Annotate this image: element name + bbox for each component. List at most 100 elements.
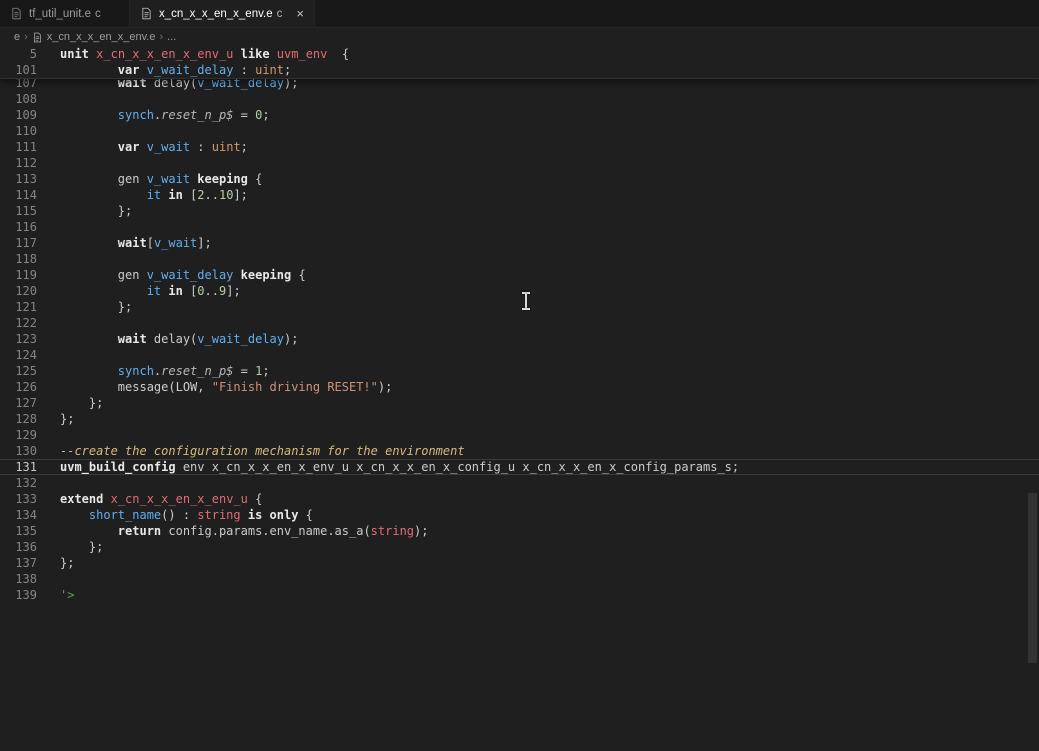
line-number[interactable]: 114 [0, 187, 37, 203]
scrollbar-thumb[interactable] [1028, 493, 1037, 663]
line-number[interactable]: 128 [0, 411, 37, 427]
line-content[interactable]: uvm_build_config env x_cn_x_x_en_x_env_u… [60, 459, 739, 475]
code-line-110[interactable]: 110 [0, 123, 1039, 139]
code-line-123[interactable]: 123 wait delay(v_wait_delay); [0, 331, 1039, 347]
line-number[interactable]: 121 [0, 299, 37, 315]
line-content[interactable]: wait delay(v_wait_delay); [60, 331, 298, 347]
code-line-118[interactable]: 118 [0, 251, 1039, 267]
code-editor[interactable]: 107 wait delay(v_wait_delay);108109 sync… [0, 46, 1039, 751]
code-line-139[interactable]: 139 '> [0, 587, 1039, 603]
line-number[interactable]: 117 [0, 235, 37, 251]
line-number[interactable]: 139 [0, 587, 37, 603]
line-number[interactable]: 108 [0, 91, 37, 107]
line-content[interactable]: it in [2..10]; [60, 187, 248, 203]
code-line-131[interactable]: 131 uvm_build_config env x_cn_x_x_en_x_en… [0, 459, 1039, 475]
line-content[interactable]: it in [0..9]; [60, 283, 241, 299]
line-number[interactable]: 133 [0, 491, 37, 507]
line-number[interactable]: 136 [0, 539, 37, 555]
breadcrumb-symbol[interactable]: ... [167, 31, 176, 43]
line-number[interactable]: 115 [0, 203, 37, 219]
sticky-scroll[interactable]: 5 unit x_cn_x_x_en_x_env_u like uvm_env {… [0, 46, 1039, 79]
line-content[interactable]: message(LOW, "Finish driving RESET!"); [60, 379, 392, 395]
code-line-138[interactable]: 138 [0, 571, 1039, 587]
line-number[interactable]: 135 [0, 523, 37, 539]
code-line-122[interactable]: 122 [0, 315, 1039, 331]
code-line-116[interactable]: 116 [0, 219, 1039, 235]
line-number[interactable]: 137 [0, 555, 37, 571]
line-number[interactable]: 131 [0, 459, 37, 475]
code-line-109[interactable]: 109 synch.reset_n_p$ = 0; [0, 107, 1039, 123]
code-line-136[interactable]: 136 }; [0, 539, 1039, 555]
code-line-108[interactable]: 108 [0, 91, 1039, 107]
breadcrumb-file[interactable]: x_cn_x_x_en_x_env.e [47, 31, 156, 43]
code-line-111[interactable]: 111 var v_wait : uint; [0, 139, 1039, 155]
code-line-101[interactable]: 101 var v_wait_delay : uint; [0, 62, 1039, 78]
line-number[interactable]: 138 [0, 571, 37, 587]
breadcrumb-folder[interactable]: e [14, 31, 20, 43]
line-content[interactable]: var v_wait_delay : uint; [60, 62, 291, 78]
code-line-112[interactable]: 112 [0, 155, 1039, 171]
code-line-115[interactable]: 115 }; [0, 203, 1039, 219]
code-line-125[interactable]: 125 synch.reset_n_p$ = 1; [0, 363, 1039, 379]
line-number[interactable]: 124 [0, 347, 37, 363]
line-number[interactable]: 118 [0, 251, 37, 267]
tab-tf-util-unit[interactable]: tf_util_unit.e c [0, 0, 130, 27]
code-line-130[interactable]: 130 --create the configuration mechanism … [0, 443, 1039, 459]
code-line-128[interactable]: 128}; [0, 411, 1039, 427]
line-number[interactable]: 113 [0, 171, 37, 187]
line-number[interactable]: 122 [0, 315, 37, 331]
line-content[interactable]: }; [60, 411, 74, 427]
code-line-113[interactable]: 113 gen v_wait keeping { [0, 171, 1039, 187]
line-content[interactable]: short_name() : string is only { [60, 507, 313, 523]
line-content[interactable]: extend x_cn_x_x_en_x_env_u { [60, 491, 262, 507]
code-line-134[interactable]: 134 short_name() : string is only { [0, 507, 1039, 523]
code-line-121[interactable]: 121 }; [0, 299, 1039, 315]
code-line-120[interactable]: 120 it in [0..9]; [0, 283, 1039, 299]
code-line-124[interactable]: 124 [0, 347, 1039, 363]
line-number[interactable]: 110 [0, 123, 37, 139]
line-content[interactable]: synch.reset_n_p$ = 0; [60, 107, 270, 123]
line-content[interactable]: unit x_cn_x_x_en_x_env_u like uvm_env { [60, 46, 349, 62]
line-content[interactable]: gen v_wait_delay keeping { [60, 267, 306, 283]
code-line-114[interactable]: 114 it in [2..10]; [0, 187, 1039, 203]
line-number[interactable]: 119 [0, 267, 37, 283]
line-content[interactable]: gen v_wait keeping { [60, 171, 262, 187]
line-content[interactable]: }; [60, 395, 103, 411]
line-number[interactable]: 111 [0, 139, 37, 155]
line-number[interactable]: 5 [0, 46, 37, 62]
code-line-127[interactable]: 127 }; [0, 395, 1039, 411]
line-content[interactable]: return config.params.env_name.as_a(strin… [60, 523, 428, 539]
tab-env-file[interactable]: x_cn_x_x_en_x_env.e c × [130, 0, 315, 27]
code-line-129[interactable]: 129 [0, 427, 1039, 443]
close-icon[interactable]: × [296, 7, 304, 20]
line-content[interactable]: var v_wait : uint; [60, 139, 248, 155]
line-number[interactable]: 120 [0, 283, 37, 299]
line-number[interactable]: 125 [0, 363, 37, 379]
line-number[interactable]: 129 [0, 427, 37, 443]
line-number[interactable]: 123 [0, 331, 37, 347]
line-number[interactable]: 126 [0, 379, 37, 395]
line-content[interactable]: '> [60, 587, 74, 603]
code-line-117[interactable]: 117 wait[v_wait]; [0, 235, 1039, 251]
code-line-135[interactable]: 135 return config.params.env_name.as_a(s… [0, 523, 1039, 539]
line-content[interactable]: --create the configuration mechanism for… [60, 443, 465, 459]
line-number[interactable]: 112 [0, 155, 37, 171]
code-line-126[interactable]: 126 message(LOW, "Finish driving RESET!"… [0, 379, 1039, 395]
line-number[interactable]: 132 [0, 475, 37, 491]
line-content[interactable]: }; [60, 555, 74, 571]
code-line-5[interactable]: 5 unit x_cn_x_x_en_x_env_u like uvm_env { [0, 46, 1039, 62]
line-number[interactable]: 127 [0, 395, 37, 411]
line-content[interactable]: wait[v_wait]; [60, 235, 212, 251]
line-number[interactable]: 130 [0, 443, 37, 459]
line-content[interactable]: }; [60, 539, 103, 555]
line-number[interactable]: 116 [0, 219, 37, 235]
line-content[interactable]: synch.reset_n_p$ = 1; [60, 363, 270, 379]
line-number[interactable]: 101 [0, 62, 37, 78]
line-content[interactable]: }; [60, 203, 132, 219]
code-line-133[interactable]: 133 extend x_cn_x_x_en_x_env_u { [0, 491, 1039, 507]
code-line-119[interactable]: 119 gen v_wait_delay keeping { [0, 267, 1039, 283]
line-number[interactable]: 109 [0, 107, 37, 123]
code-line-132[interactable]: 132 [0, 475, 1039, 491]
line-content[interactable]: }; [60, 299, 132, 315]
code-line-137[interactable]: 137}; [0, 555, 1039, 571]
